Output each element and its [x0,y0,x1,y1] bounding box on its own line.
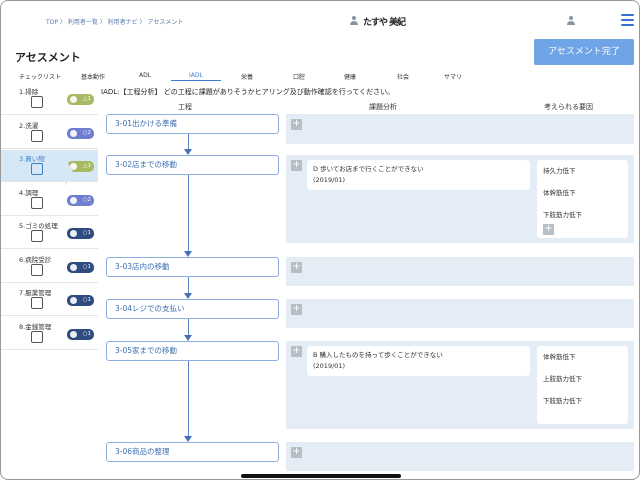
add-issue-button[interactable]: + [291,160,302,171]
process-step[interactable]: 3-01出かける準備 [106,114,279,134]
add-issue-button[interactable]: + [291,304,302,315]
process-step[interactable]: 3-05家までの移動 [106,341,279,361]
cause-item[interactable]: 上肢筋力低下 [543,373,582,383]
flow-connector [188,175,189,251]
add-issue-button[interactable]: + [291,119,302,130]
cause-item[interactable]: 体幹筋低下 [543,351,576,361]
process-flow: +3-01出かける準備 +3-02店までの移動 D 歩いてお店まで行くことができない… [1,1,639,479]
add-issue-button[interactable]: + [291,447,302,458]
flow-connector [188,361,189,436]
cause-item[interactable]: 下肢筋力低下 [543,395,582,405]
flow-arrow-icon [184,293,192,299]
analysis-panel [286,257,634,286]
cause-item[interactable]: 持久力低下 [543,165,576,175]
flow-connector [188,319,189,335]
process-step[interactable]: 3-06商品の整理 [106,442,279,462]
analysis-panel [286,299,634,328]
home-indicator [241,474,401,478]
add-cause-button[interactable]: + [543,224,554,235]
issue-card[interactable]: D 歩いてお店まで行くことができない (2019/01) [307,160,530,190]
flow-arrow-icon [184,251,192,257]
issue-text: D 歩いてお店まで行くことができない [313,165,424,173]
analysis-panel [286,114,634,144]
add-issue-button[interactable]: + [291,262,302,273]
process-step[interactable]: 3-04レジでの支払い [106,299,279,319]
issue-text: B 購入したものを持って歩くことができない [313,351,443,359]
cause-item[interactable]: 下肢筋力低下 [543,209,582,219]
issue-date: (2019/01) [313,362,346,370]
process-step[interactable]: 3-03店内の移動 [106,257,279,277]
flow-arrow-icon [184,149,192,155]
analysis-panel [286,442,634,471]
issue-date: (2019/01) [313,176,346,184]
flow-connector [188,134,189,149]
issue-card[interactable]: B 購入したものを持って歩くことができない (2019/01) [307,346,530,376]
app-frame: TOP 〉 利用者一覧 〉 利用者ナビ 〉 アセスメント たすや 美紀 アセスメ… [0,0,640,480]
flow-connector [188,277,189,293]
cause-item[interactable]: 体幹筋低下 [543,187,576,197]
add-issue-button[interactable]: + [291,346,302,357]
process-step[interactable]: 3-02店までの移動 [106,155,279,175]
flow-arrow-icon [184,335,192,341]
flow-arrow-icon [184,436,192,442]
